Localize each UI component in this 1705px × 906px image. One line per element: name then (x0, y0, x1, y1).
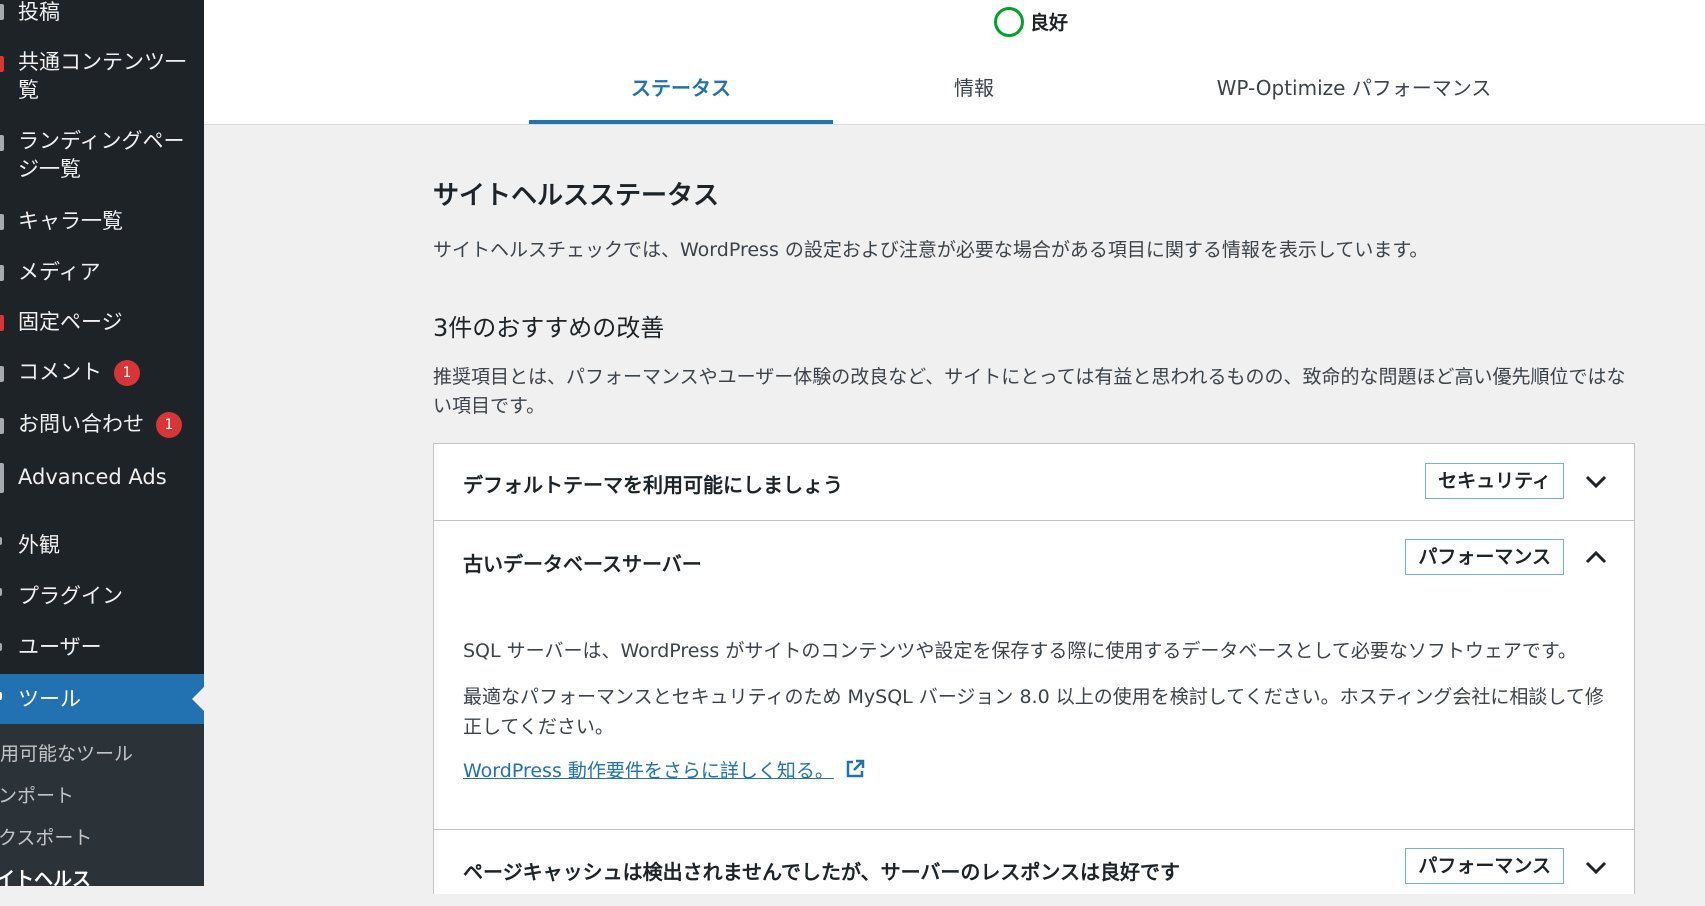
sidebar-item-users[interactable]: ユーザー (0, 633, 204, 663)
tab-info-label: 情報 (954, 76, 994, 100)
chevron-down-icon[interactable] (1582, 854, 1610, 882)
chevron-up-icon[interactable] (1582, 543, 1610, 571)
pin-icon (0, 4, 4, 20)
requirements-link[interactable]: WordPress 動作要件をさらに詳しく知る。 (463, 760, 834, 782)
tab-wp-optimize[interactable]: WP-Optimize パフォーマンス (1194, 72, 1514, 124)
sidebar-item-landing-pages[interactable]: ランディングページ一覧 (0, 127, 204, 185)
character-icon (0, 214, 4, 230)
sidebar-item-contact[interactable]: お問い合わせ 1 (0, 410, 204, 442)
issue-body-paragraph-1: SQL サーバーは、WordPress がサイトのコンテンツや設定を保存する際に… (463, 640, 1577, 662)
sidebar-item-posts[interactable]: 投稿 (0, 0, 204, 28)
active-tab-indicator (529, 120, 833, 124)
page-icon (0, 135, 4, 151)
issue-title: デフォルトテーマを利用可能にしましょう (463, 473, 843, 497)
users-icon (0, 643, 2, 651)
sidebar-item-advanced-ads[interactable]: Advanced Ads (0, 463, 204, 493)
ads-icon (0, 463, 4, 493)
tab-status-label: ステータス (631, 76, 731, 100)
content-icon (0, 56, 4, 72)
current-arrow (192, 687, 204, 711)
comment-count-badge: 1 (114, 360, 140, 386)
page-title: サイトヘルスステータス (433, 181, 720, 211)
sidebar-item-appearance[interactable]: 外観 (0, 531, 204, 561)
sidebar-item-characters[interactable]: キャラ一覧 (0, 207, 204, 237)
submenu-item-site-health[interactable]: イトヘルス (0, 866, 91, 886)
submenu-item-available-tools[interactable]: 用可能なツール (0, 741, 133, 767)
tab-status[interactable]: ステータス (529, 72, 833, 124)
submenu-item-import[interactable]: ンポート (0, 783, 74, 809)
main-content: サイトヘルスステータス サイトヘルスチェックでは、WordPress の設定およ… (204, 125, 1705, 894)
issue-old-database-server[interactable]: 古いデータベースサーバー パフォーマンス SQL サーバーは、WordPress… (434, 521, 1634, 830)
sidebar-item-comments-label: コメント (18, 360, 102, 384)
page-icon (0, 315, 4, 331)
issue-badge-performance: パフォーマンス (1405, 848, 1564, 884)
brush-icon (0, 537, 2, 545)
tools-submenu: 用可能なツール ンポート クスポート イトヘルス (0, 724, 204, 886)
recommendations-heading: 3件のおすすめの改善 (433, 314, 665, 342)
sidebar-item-media[interactable]: メディア (0, 258, 204, 288)
health-score-label: 良好 (1030, 12, 1069, 34)
issue-body-paragraph-2: 最適なパフォーマンスとセキュリティのため MySQL バージョン 8.0 以上の… (463, 686, 1604, 738)
site-health-header: 良好 ステータス 情報 WP-Optimize パフォーマンス (204, 0, 1705, 125)
issue-badge-security: セキュリティ (1425, 463, 1564, 499)
issues-accordion: デフォルトテーマを利用可能にしましょう セキュリティ 古いデータベースサーバー … (433, 443, 1635, 894)
wrench-icon (0, 692, 2, 700)
issue-title: ページキャッシュは検出されませんでしたが、サーバーのレスポンスは良好です (463, 860, 1180, 884)
tab-wp-optimize-label: WP-Optimize パフォーマンス (1216, 76, 1492, 100)
plugin-icon (0, 588, 2, 596)
health-score-circle (994, 7, 1024, 37)
sidebar-item-tools[interactable]: ツール (0, 674, 204, 724)
external-link-icon (846, 759, 865, 778)
sidebar-item-shared-content[interactable]: 共通コンテンツ一覧 (0, 48, 204, 106)
comment-icon (0, 366, 4, 382)
sidebar-item-plugins[interactable]: プラグイン (0, 582, 204, 612)
tab-info[interactable]: 情報 (884, 72, 1064, 124)
contact-count-badge: 1 (156, 412, 182, 438)
issue-default-theme[interactable]: デフォルトテーマを利用可能にしましょう セキュリティ (434, 444, 1634, 521)
mail-icon (0, 418, 4, 434)
page-description: サイトヘルスチェックでは、WordPress の設定および注意が必要な場合がある… (433, 239, 1429, 261)
issue-page-cache[interactable]: ページキャッシュは検出されませんでしたが、サーバーのレスポンスは良好です パフォ… (434, 830, 1634, 906)
sidebar-item-pages[interactable]: 固定ページ (0, 308, 204, 338)
submenu-item-export[interactable]: クスポート (0, 825, 92, 851)
sidebar-item-comments[interactable]: コメント 1 (0, 358, 204, 390)
issue-badge-performance: パフォーマンス (1405, 539, 1564, 575)
media-icon (0, 265, 4, 281)
sidebar-item-contact-label: お問い合わせ (18, 412, 144, 436)
admin-sidebar: 投稿 共通コンテンツ一覧 ランディングページ一覧 キャラ一覧 メディア 固定ペー… (0, 0, 204, 886)
chevron-down-icon[interactable] (1582, 468, 1610, 496)
recommendations-description: 推奨項目とは、パフォーマンスやユーザー体験の改良など、サイトにとっては有益と思わ… (433, 366, 1626, 417)
issue-details: SQL サーバーは、WordPress がサイトのコンテンツや設定を保存する際に… (463, 636, 1613, 786)
issue-title: 古いデータベースサーバー (463, 552, 702, 576)
